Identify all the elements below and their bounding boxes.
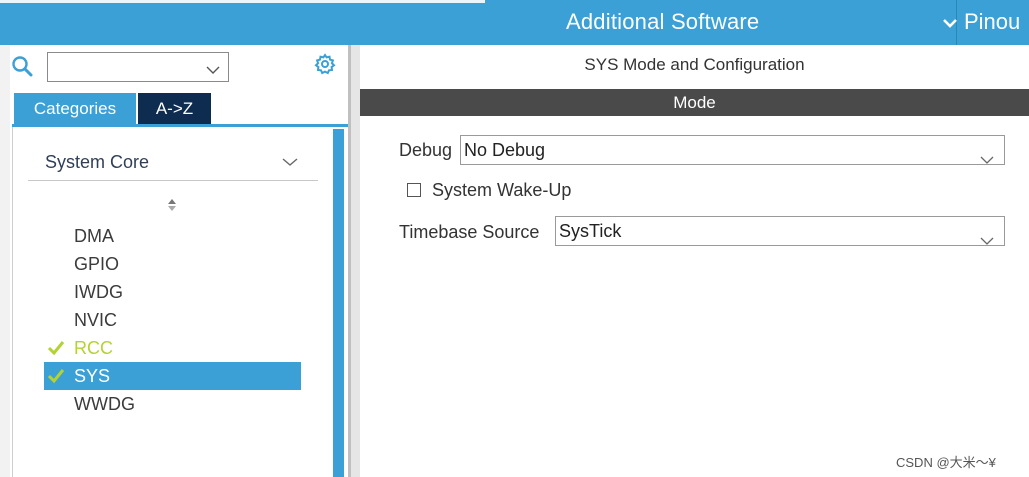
tab-a-to-z[interactable]: A->Z xyxy=(138,93,211,124)
gear-icon[interactable] xyxy=(314,53,336,80)
list-item-dma[interactable]: DMA xyxy=(44,222,301,250)
tab-categories[interactable]: Categories xyxy=(14,93,136,124)
chevron-down-icon[interactable] xyxy=(206,62,220,80)
tab-additional-software[interactable]: Additional Software xyxy=(566,9,759,35)
timebase-select[interactable]: SysTick xyxy=(555,216,1005,246)
category-select[interactable]: System Core xyxy=(45,152,149,173)
top-toolbar: Additional Software Pinou xyxy=(0,0,1029,45)
system-wakeup-checkbox[interactable] xyxy=(407,183,421,197)
list-item-nvic[interactable]: NVIC xyxy=(44,306,301,334)
debug-label: Debug xyxy=(399,140,453,160)
list-item-rcc[interactable]: RCC xyxy=(44,334,301,362)
list-item-label: SYS xyxy=(74,366,111,386)
sort-icon[interactable] xyxy=(166,198,178,217)
top-tab-strip xyxy=(0,0,485,3)
panel-title: SYS Mode and Configuration xyxy=(584,55,805,74)
system-wakeup-label: System Wake-Up xyxy=(432,180,572,200)
peripheral-list: DMA GPIO IWDG NVIC RCC SYS WWDG xyxy=(44,222,301,418)
left-edge xyxy=(0,45,10,477)
panel-splitter[interactable] xyxy=(348,45,360,477)
chevron-down-icon[interactable] xyxy=(282,154,298,172)
timebase-select-value: SysTick xyxy=(559,221,622,241)
tab-pinout-label: Pinou xyxy=(964,9,1021,34)
search-input[interactable] xyxy=(47,52,229,82)
list-item-iwdg[interactable]: IWDG xyxy=(44,278,301,306)
list-item-label: DMA xyxy=(74,226,114,246)
left-scrollbar[interactable] xyxy=(333,129,344,477)
list-item-sys[interactable]: SYS xyxy=(44,362,301,390)
watermark: CSDN @大米～¥ xyxy=(896,455,996,470)
chevron-down-icon xyxy=(980,226,994,254)
list-item-label: IWDG xyxy=(74,282,123,302)
chevron-down-icon xyxy=(980,145,994,173)
list-item-label: RCC xyxy=(74,338,113,358)
mode-section-header[interactable]: Mode xyxy=(360,89,1029,116)
list-item-gpio[interactable]: GPIO xyxy=(44,250,301,278)
debug-select-value: No Debug xyxy=(464,140,546,160)
debug-select[interactable]: No Debug xyxy=(460,135,1005,165)
list-item-label: WWDG xyxy=(74,394,135,414)
timebase-label: Timebase Source xyxy=(399,222,540,242)
splitter-bar xyxy=(348,45,351,477)
tab-pinout[interactable]: Pinou xyxy=(942,9,1020,35)
list-item-label: GPIO xyxy=(74,254,120,274)
search-icon[interactable] xyxy=(11,55,35,84)
chevron-down-icon xyxy=(943,19,957,29)
category-divider xyxy=(28,180,318,181)
list-item-wwdg[interactable]: WWDG xyxy=(44,390,301,418)
list-item-label: NVIC xyxy=(74,310,118,330)
